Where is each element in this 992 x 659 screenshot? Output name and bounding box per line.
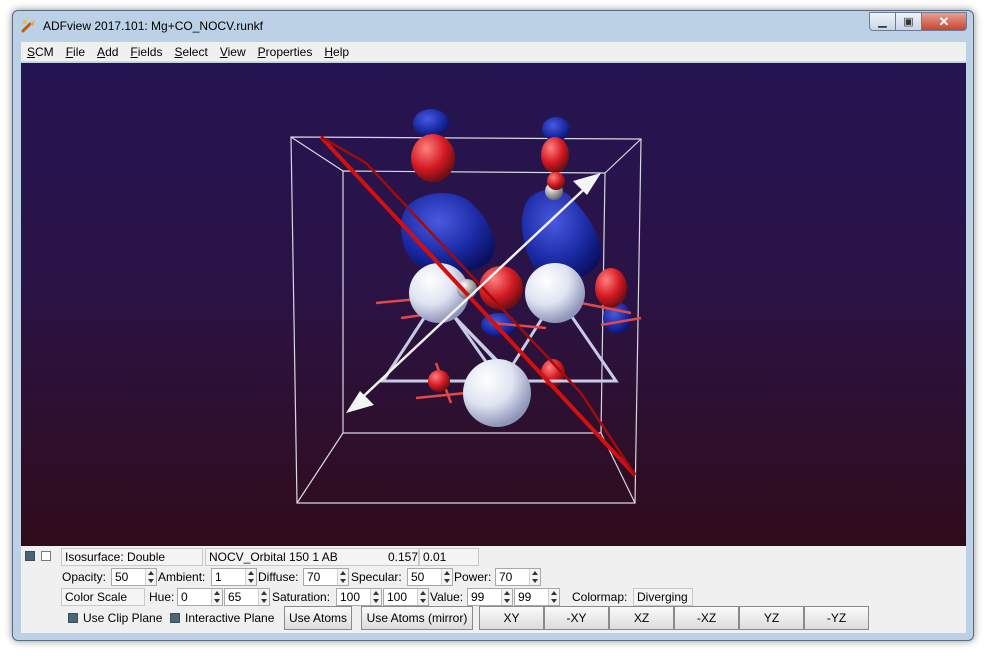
spin-arrows-icon[interactable] (145, 569, 156, 585)
spin-arrows-icon[interactable] (211, 589, 222, 605)
specular-spinbox[interactable]: 50 (407, 568, 453, 586)
spin-arrows-icon[interactable] (529, 569, 540, 585)
view-xz-button[interactable]: XZ (609, 606, 674, 630)
value-max-value: 99 (518, 590, 532, 604)
maximize-button[interactable]: ▣ (895, 12, 921, 31)
power-value: 70 (499, 570, 513, 584)
view-xy-button[interactable]: XY (479, 606, 544, 630)
opacity-label: Opacity: (62, 570, 107, 584)
menu-file[interactable]: File (66, 45, 85, 59)
menu-select[interactable]: Select (174, 45, 207, 59)
diffuse-label: Diffuse: (258, 570, 299, 584)
menu-label: elp (333, 44, 350, 59)
hue-min-value: 0 (181, 590, 188, 604)
window-controls: ▁ ▣ ✕ (869, 12, 967, 32)
value-min-spinbox[interactable]: 99 (467, 588, 513, 606)
menu-bar: SCM File Add Fields Select View Properti… (21, 42, 966, 62)
hue-max-spinbox[interactable]: 65 (224, 588, 270, 606)
hue-min-spinbox[interactable]: 0 (177, 588, 223, 606)
menu-view[interactable]: View (220, 45, 246, 59)
hue-label: Hue: (149, 590, 175, 604)
menu-label: iew (227, 44, 246, 59)
menu-label: elect (182, 44, 208, 59)
menu-mnemonic: A (97, 44, 106, 59)
menu-label: ile (73, 44, 86, 59)
spin-arrows-icon[interactable] (337, 569, 348, 585)
spin-arrows-icon[interactable] (441, 569, 452, 585)
menu-mnemonic: H (324, 44, 334, 59)
use-atoms-button[interactable]: Use Atoms (284, 606, 352, 630)
isosurface-controls-panel: Isosurface: Double NOCV_Orbital 150 1 AB… (21, 546, 966, 633)
isosurface-visible-checkbox[interactable] (25, 551, 35, 561)
spin-arrows-icon[interactable] (370, 589, 381, 605)
menu-mnemonic: V (219, 44, 228, 59)
interactive-plane-checkbox[interactable] (170, 613, 180, 623)
menu-fields[interactable]: Fields (130, 45, 162, 59)
value-label: Value: (430, 590, 464, 604)
window-title: ADFview 2017.101: Mg+CO_NOCV.runkf (43, 19, 263, 33)
view-yz-button[interactable]: YZ (739, 606, 804, 630)
view-minus-xy-button[interactable]: -XY (544, 606, 609, 630)
menu-properties[interactable]: Properties (258, 45, 313, 59)
menu-add[interactable]: Add (97, 45, 118, 59)
diffuse-value: 70 (307, 570, 321, 584)
isovalue-display: 0.157 (387, 550, 418, 564)
menu-label: CM (35, 44, 54, 59)
saturation-label: Saturation: (272, 590, 331, 604)
view-minus-xz-button[interactable]: -XZ (674, 606, 739, 630)
molecule-3d-viewport[interactable] (21, 63, 966, 546)
menu-label: ields (137, 44, 163, 59)
spin-arrows-icon[interactable] (548, 589, 559, 605)
use-clip-plane-checkbox[interactable] (68, 613, 78, 623)
opacity-value: 50 (115, 570, 129, 584)
ambient-spinbox[interactable]: 1 (211, 568, 257, 586)
power-spinbox[interactable]: 70 (495, 568, 541, 586)
close-icon: ✕ (938, 13, 950, 29)
maximize-icon: ▣ (903, 16, 914, 28)
isosurface-type-field[interactable]: Isosurface: Double (61, 548, 203, 566)
spin-arrows-icon[interactable] (417, 589, 428, 605)
spin-arrows-icon[interactable] (245, 569, 256, 585)
use-clip-plane-label: Use Clip Plane (83, 611, 163, 625)
saturation-max-spinbox[interactable]: 100 (383, 588, 429, 606)
specular-value: 50 (411, 570, 425, 584)
ambient-value: 1 (215, 570, 222, 584)
isosurface-select-checkbox[interactable] (41, 551, 51, 561)
saturation-min-spinbox[interactable]: 100 (336, 588, 382, 606)
title-bar[interactable]: ADFview 2017.101: Mg+CO_NOCV.runkf ▁ ▣ ✕ (13, 11, 973, 41)
menu-mnemonic: S (27, 44, 36, 59)
value-min-value: 99 (471, 590, 485, 604)
app-window: ADFview 2017.101: Mg+CO_NOCV.runkf ▁ ▣ ✕… (12, 10, 974, 641)
menu-mnemonic: F (65, 44, 74, 59)
menu-label: dd (105, 44, 119, 59)
menu-scm[interactable]: SCM (27, 45, 54, 59)
value-max-spinbox[interactable]: 99 (514, 588, 560, 606)
adfview-app-icon (21, 20, 35, 33)
interactive-plane-label: Interactive Plane (185, 611, 275, 625)
saturation-min-value: 100 (340, 590, 361, 604)
hue-max-value: 65 (228, 590, 242, 604)
close-button[interactable]: ✕ (921, 12, 967, 31)
saturation-max-value: 100 (387, 590, 408, 604)
minimize-button[interactable]: ▁ (869, 12, 895, 31)
menu-help[interactable]: Help (324, 45, 349, 59)
colormap-field[interactable]: Diverging (633, 588, 693, 606)
spin-arrows-icon[interactable] (258, 589, 269, 605)
molecule-scene (290, 109, 642, 504)
menu-mnemonic: P (257, 44, 266, 59)
isovalue-input[interactable]: 0.01 (419, 548, 479, 566)
opacity-spinbox[interactable]: 50 (111, 568, 157, 586)
minimize-icon: ▁ (878, 16, 887, 28)
diffuse-spinbox[interactable]: 70 (303, 568, 349, 586)
specular-label: Specular: (351, 570, 402, 584)
ambient-label: Ambient: (158, 570, 206, 584)
power-label: Power: (454, 570, 492, 584)
colormap-label: Colormap: (572, 590, 628, 604)
color-scale-field[interactable]: Color Scale (61, 588, 145, 606)
view-minus-yz-button[interactable]: -YZ (804, 606, 869, 630)
use-atoms-mirror-button[interactable]: Use Atoms (mirror) (361, 606, 473, 630)
menu-mnemonic: F (130, 44, 138, 59)
spin-arrows-icon[interactable] (501, 589, 512, 605)
menu-label: roperties (265, 44, 313, 59)
